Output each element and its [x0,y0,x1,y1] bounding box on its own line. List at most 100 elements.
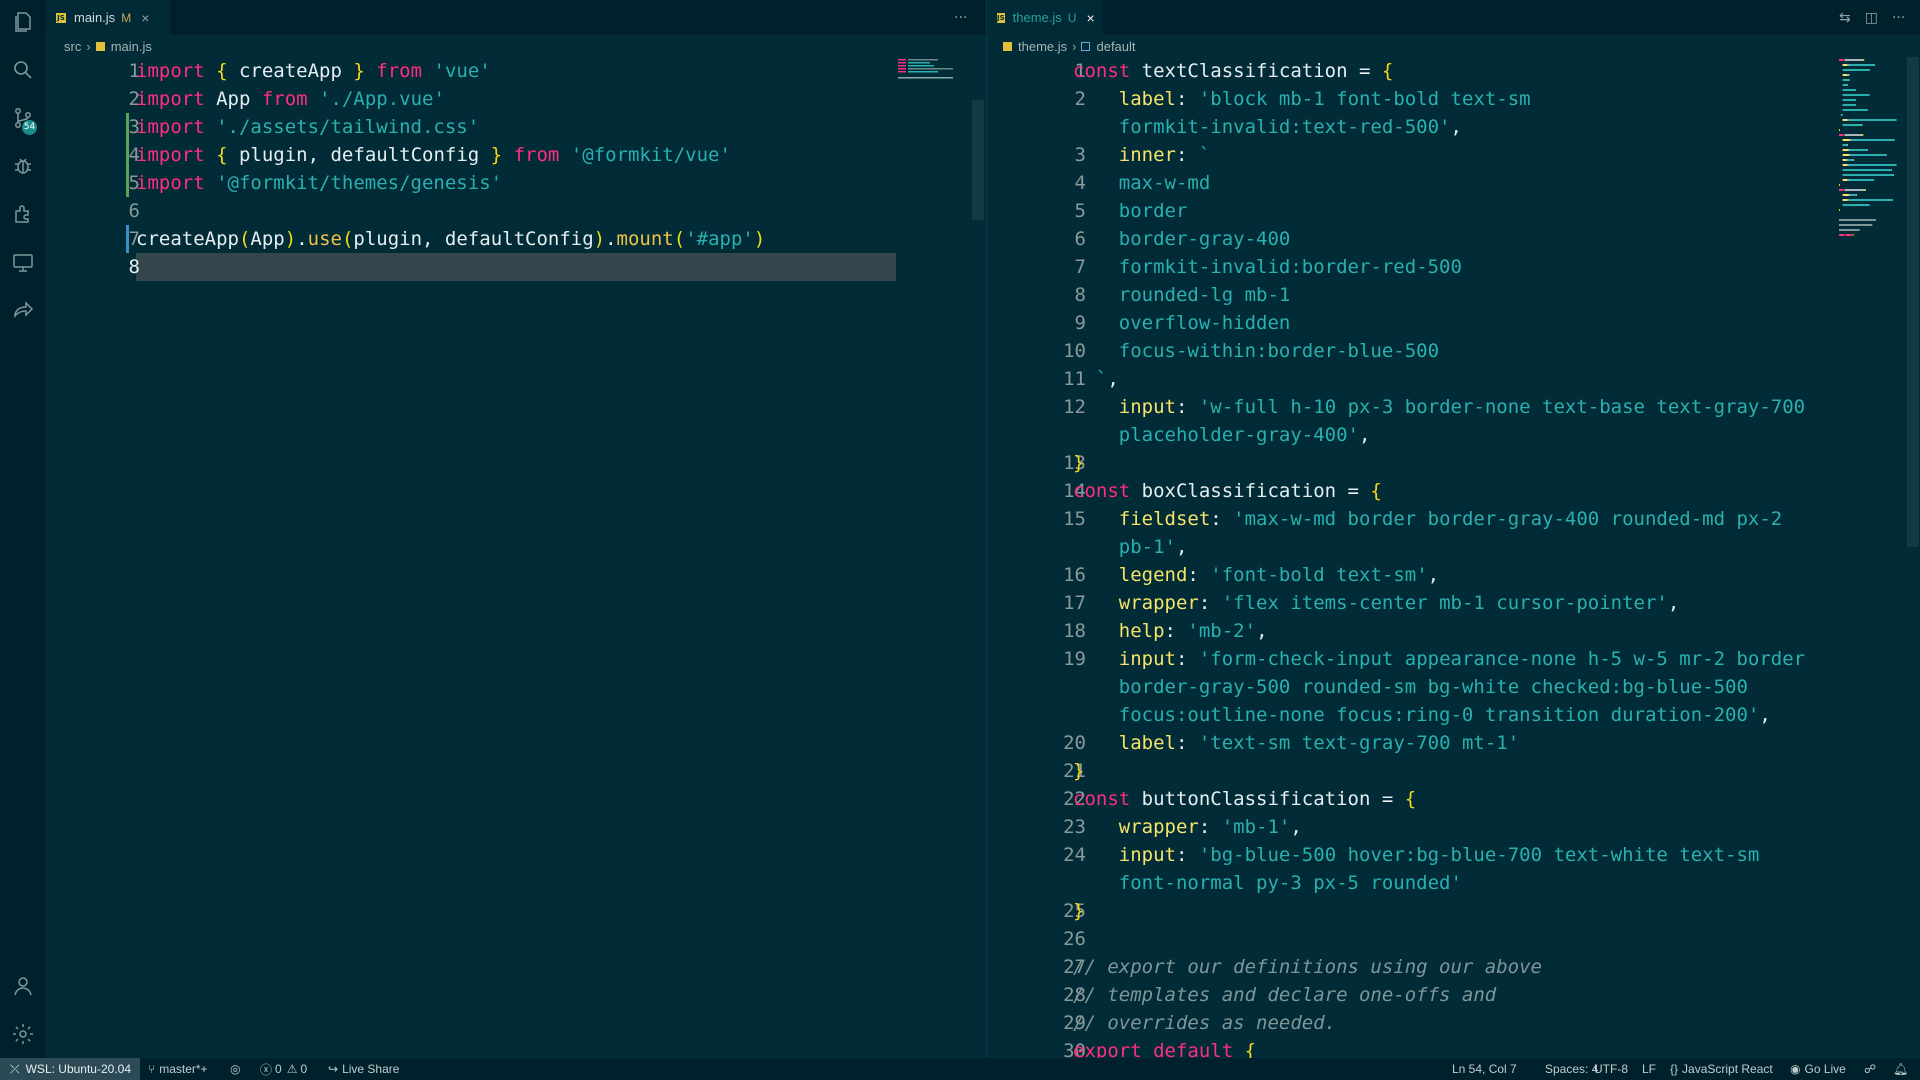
minimap-token [1842,74,1848,76]
code-text: help: 'mb-2', [1073,617,1268,645]
extensions-icon[interactable] [11,202,35,226]
search-icon[interactable] [11,58,35,82]
code-line: formkit-invalid:text-red-500', [987,113,1920,141]
cursor-position[interactable]: Ln 54, Col 7 [1452,1058,1517,1080]
settings-gear-icon[interactable] [11,1022,35,1046]
indentation[interactable]: Spaces: 4 [1545,1058,1598,1080]
breadcrumb-symbol[interactable]: default [1096,39,1135,54]
code-token: ` [1198,144,1211,166]
minimap-right[interactable] [1839,57,1909,247]
minimap-token [1840,114,1842,116]
code-token: : [1175,144,1199,166]
encoding[interactable]: UTF-8 [1594,1058,1628,1080]
debug-icon[interactable] [11,154,35,178]
breadcrumb: theme.js › default [987,35,1920,57]
feedback-icon[interactable]: ☍ [1864,1058,1876,1080]
tab-label: theme.js [1012,10,1062,25]
scrollbar-left[interactable] [972,100,984,220]
code-token: ) [284,228,297,250]
tab-theme-js[interactable]: JS theme.js U × [987,0,1103,35]
code-text: // overrides as needed. [1073,1009,1336,1037]
code-token: './App.vue' [319,88,445,110]
code-line: 12 input: 'w-full h-10 px-3 border-none … [987,393,1920,421]
code-token: : [1175,648,1199,670]
sync-icon[interactable]: ◎ [230,1058,240,1080]
account-icon[interactable] [11,974,35,998]
breadcrumb-file[interactable]: theme.js [1018,39,1067,54]
code-text: import '@formkit/themes/genesis' [136,169,502,197]
minimap-token [1849,149,1867,151]
go-live[interactable]: ◉ Go Live [1790,1058,1846,1080]
open-changes-icon[interactable]: ⇆ [1839,10,1851,26]
code-token: formkit-invalid:text-red-500' [1118,116,1451,138]
split-editor-icon[interactable]: ◫ [1865,10,1878,26]
minimap-token [1842,149,1848,151]
code-token: plugin, defaultConfig [227,144,491,166]
code-line: 11 `, [987,365,1920,393]
minimap-token [1839,209,1840,211]
minimap-left[interactable] [898,57,968,247]
minimap-token [1842,144,1848,146]
files-icon[interactable] [11,10,35,34]
code-line: 5 import '@formkit/themes/genesis' [46,169,986,197]
more-actions-icon[interactable]: ··· [1892,10,1905,26]
code-token: , [1256,620,1268,642]
code-editor-right[interactable]: 1 const textClassification = {2 label: 'b… [987,57,1920,1062]
minimap-token [1868,69,1870,71]
live-share-icon[interactable] [11,298,35,322]
line-number: 3 [128,116,140,138]
live-share-status[interactable]: ↪ Live Share [328,1058,399,1080]
code-text: const boxClassification = { [1073,477,1382,505]
problems-indicator[interactable]: ⓧ 0 ⚠ 0 [260,1058,307,1080]
code-token: mount [616,228,674,250]
minimap-token [1839,184,1840,186]
go-live-label: Go Live [1804,1062,1846,1076]
minimap-token [1863,59,1865,61]
scrollbar-right[interactable] [1907,57,1919,547]
code-token: ( [238,228,251,250]
breadcrumb-file[interactable]: main.js [111,39,152,54]
code-editor-left[interactable]: 1 import { createApp } from 'vue' 2 import … [46,57,986,1058]
remote-indicator[interactable]: ⤫ WSL: Ubuntu-20.04 [0,1058,140,1080]
minimap-token [1847,199,1849,201]
symbol-icon [1081,41,1091,51]
close-icon[interactable]: × [141,10,149,26]
code-token: createApp [227,60,354,82]
code-text: wrapper: 'flex items-center mb-1 cursor-… [1073,589,1680,617]
remote-explorer-icon[interactable] [11,250,35,274]
end-of-line[interactable]: LF [1642,1058,1656,1080]
code-token: , [1427,564,1440,586]
code-text: formkit-invalid:border-red-500 [1073,253,1462,281]
branch-indicator[interactable]: ⑂ master*+ [148,1058,208,1080]
tab-main-js[interactable]: JS main.js M × [46,0,170,35]
code-token: max-w-md [1118,172,1211,194]
code-token: focus-within:border-blue-500 [1118,340,1440,362]
minimap-token [1847,74,1849,76]
breadcrumb-folder[interactable]: src [64,39,81,54]
close-icon[interactable]: × [1086,10,1094,26]
code-line: pb-1', [987,533,1920,561]
code-line: 16 legend: 'font-bold text-sm', [987,561,1920,589]
code-text: border [1073,197,1188,225]
more-actions-icon[interactable]: ··· [954,10,967,26]
code-text: import { plugin, defaultConfig } from '@… [136,141,731,169]
language-mode[interactable]: {} JavaScript React [1670,1058,1773,1080]
code-token: from [261,88,308,110]
minimap-token [1841,114,1843,116]
code-line: 26 [987,925,1920,953]
code-line: 5 border [987,197,1920,225]
code-text: `, [1073,365,1119,393]
js-file-icon: JS [56,12,66,23]
notifications-bell-icon[interactable]: 🔔︎ [1893,1058,1908,1080]
code-token: 'font-bold text-sm' [1210,564,1428,586]
code-token: { [1370,480,1382,502]
minimap-token [1862,134,1864,136]
